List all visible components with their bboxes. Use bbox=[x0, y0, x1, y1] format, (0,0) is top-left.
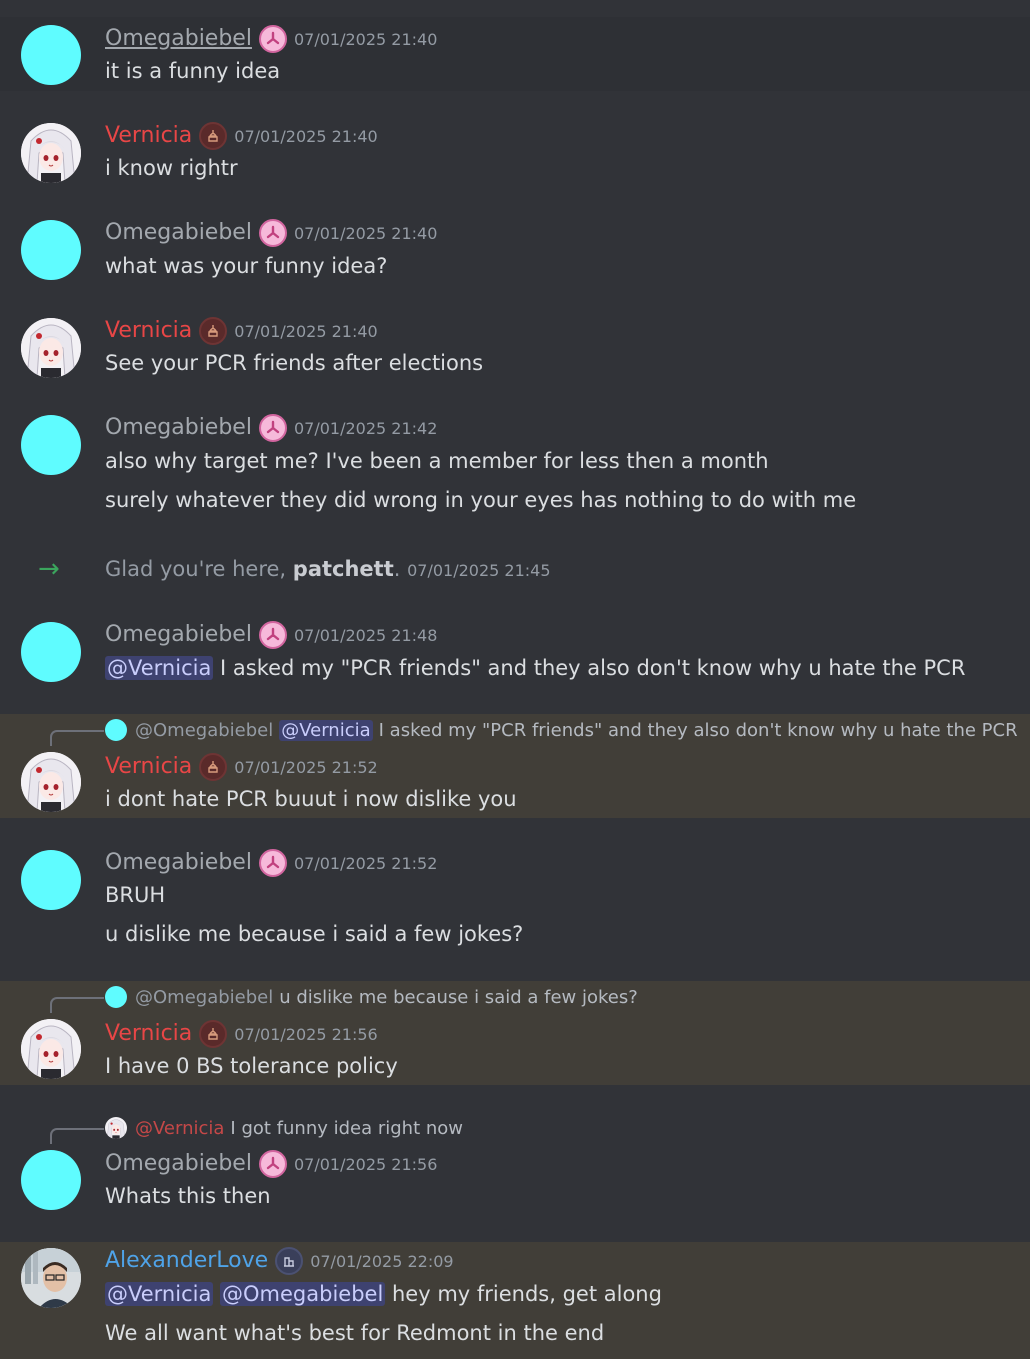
avatar[interactable] bbox=[21, 1248, 81, 1308]
message: Vernicia 07/01/2025 21:40 i know rightr bbox=[0, 115, 1030, 189]
avatar bbox=[105, 1117, 127, 1139]
message-text: i know rightr bbox=[105, 156, 238, 180]
avatar[interactable] bbox=[21, 220, 81, 280]
username[interactable]: Omegabiebel bbox=[105, 620, 252, 650]
avatar[interactable] bbox=[21, 1019, 81, 1079]
message-text: u dislike me because i said a few jokes? bbox=[105, 922, 524, 946]
capitol-role-icon[interactable] bbox=[199, 122, 228, 150]
reply-spine bbox=[50, 997, 104, 1013]
pink-role-icon[interactable] bbox=[258, 849, 287, 877]
join-text: Glad you're here, patchett. 07/01/2025 2… bbox=[105, 557, 551, 581]
pink-role-icon[interactable] bbox=[258, 1150, 287, 1178]
pink-role-icon[interactable] bbox=[258, 219, 287, 247]
username[interactable]: Vernicia bbox=[105, 121, 192, 151]
message: Omegabiebel 07/01/2025 21:52 BRUH u disl… bbox=[0, 842, 1030, 952]
reply-preview[interactable]: @Vernicia I got funny idea right now bbox=[105, 1115, 463, 1141]
message-text: @Vernicia I asked my "PCR friends" and t… bbox=[105, 656, 966, 680]
avatar[interactable] bbox=[21, 850, 81, 910]
message-text: BRUH bbox=[105, 883, 166, 907]
timestamp: 07/01/2025 21:40 bbox=[234, 321, 378, 341]
message: Omegabiebel 07/01/2025 21:40 it is a fun… bbox=[0, 17, 1030, 91]
avatar[interactable] bbox=[21, 25, 81, 85]
system-join-message: → Glad you're here, patchett. 07/01/2025… bbox=[0, 553, 1030, 585]
reply-preview[interactable]: @Omegabiebel @Vernicia I asked my "PCR f… bbox=[105, 717, 1018, 743]
username[interactable]: Omegabiebel bbox=[105, 1149, 252, 1179]
avatar[interactable] bbox=[21, 1150, 81, 1210]
message-text: it is a funny idea bbox=[105, 59, 281, 83]
user-mention[interactable]: @Vernicia bbox=[105, 1282, 214, 1306]
joined-username[interactable]: patchett bbox=[293, 557, 394, 581]
message-text: Whats this then bbox=[105, 1184, 271, 1208]
message-text: also why target me? I've been a member f… bbox=[105, 449, 769, 473]
capitol-role-icon[interactable] bbox=[199, 1020, 228, 1048]
timestamp: 07/01/2025 21:56 bbox=[293, 1154, 438, 1174]
user-mention[interactable]: @Vernicia bbox=[279, 719, 373, 741]
pink-role-icon[interactable] bbox=[258, 25, 287, 53]
message-text: @Vernicia @Omegabiebel hey my friends, g… bbox=[105, 1282, 662, 1306]
username[interactable]: Vernicia bbox=[105, 752, 192, 782]
username[interactable]: Vernicia bbox=[105, 316, 192, 346]
timestamp: 07/01/2025 21:52 bbox=[234, 757, 378, 777]
timestamp: 07/01/2025 21:56 bbox=[234, 1024, 378, 1044]
message-text: We all want what's best for Redmont in t… bbox=[105, 1321, 605, 1345]
timestamp: 07/01/2025 21:52 bbox=[293, 853, 438, 873]
user-mention[interactable]: @Omegabiebel bbox=[220, 1282, 386, 1306]
message: AlexanderLove 07/01/2025 22:09 @Vernicia… bbox=[0, 1242, 1030, 1359]
message-text: i dont hate PCR buuut i now dislike you bbox=[105, 787, 517, 811]
username[interactable]: Omegabiebel bbox=[105, 218, 252, 248]
timestamp: 07/01/2025 22:09 bbox=[310, 1251, 454, 1271]
username[interactable]: Omegabiebel bbox=[105, 413, 252, 443]
timestamp: 07/01/2025 21:40 bbox=[293, 223, 438, 243]
reply-text: I asked my "PCR friends" and they also d… bbox=[378, 719, 1018, 741]
message-text: what was your funny idea? bbox=[105, 254, 388, 278]
arrow-right-icon: → bbox=[38, 554, 60, 584]
reply-preview[interactable]: @Omegabiebel u dislike me because i said… bbox=[105, 984, 638, 1010]
reply-username[interactable]: @Omegabiebel bbox=[135, 720, 273, 741]
message-text: See your PCR friends after elections bbox=[105, 351, 484, 375]
reply-text: u dislike me because i said a few jokes? bbox=[279, 986, 638, 1008]
timestamp: 07/01/2025 21:40 bbox=[234, 126, 378, 146]
avatar[interactable] bbox=[21, 752, 81, 812]
timestamp: 07/01/2025 21:48 bbox=[293, 625, 438, 645]
user-mention[interactable]: @Vernicia bbox=[105, 656, 214, 680]
message: @Vernicia I got funny idea right now Ome… bbox=[0, 1112, 1030, 1216]
avatar[interactable] bbox=[21, 415, 81, 475]
capitol-role-icon[interactable] bbox=[199, 753, 228, 781]
message: Omegabiebel 07/01/2025 21:42 also why ta… bbox=[0, 407, 1030, 517]
timestamp: 07/01/2025 21:42 bbox=[293, 418, 438, 438]
capitol-role-icon[interactable] bbox=[199, 317, 228, 345]
pink-role-icon[interactable] bbox=[258, 414, 287, 442]
message: Omegabiebel 07/01/2025 21:40 what was yo… bbox=[0, 212, 1030, 286]
message-text: surely whatever they did wrong in your e… bbox=[105, 488, 857, 512]
message: @Omegabiebel @Vernicia I asked my "PCR f… bbox=[0, 714, 1030, 818]
pink-role-icon[interactable] bbox=[258, 621, 287, 649]
username[interactable]: AlexanderLove bbox=[105, 1246, 268, 1276]
reply-spine bbox=[50, 730, 104, 746]
avatar[interactable] bbox=[21, 318, 81, 378]
message: Omegabiebel 07/01/2025 21:48 @Vernicia I… bbox=[0, 614, 1030, 688]
avatar[interactable] bbox=[21, 622, 81, 682]
message: Vernicia 07/01/2025 21:40 See your PCR f… bbox=[0, 310, 1030, 384]
reply-spine bbox=[50, 1128, 104, 1144]
username[interactable]: Omegabiebel bbox=[105, 24, 252, 54]
avatar bbox=[105, 986, 127, 1008]
message: @Omegabiebel u dislike me because i said… bbox=[0, 981, 1030, 1085]
username[interactable]: Omegabiebel bbox=[105, 848, 252, 878]
reply-username[interactable]: @Omegabiebel bbox=[135, 987, 273, 1008]
message-text: I have 0 BS tolerance policy bbox=[105, 1054, 398, 1078]
avatar bbox=[105, 719, 127, 741]
username[interactable]: Vernicia bbox=[105, 1019, 192, 1049]
timestamp: 07/01/2025 21:40 bbox=[293, 29, 438, 49]
reply-text: I got funny idea right now bbox=[230, 1117, 464, 1139]
avatar[interactable] bbox=[21, 123, 81, 183]
timestamp: 07/01/2025 21:45 bbox=[407, 561, 551, 580]
reply-username[interactable]: @Vernicia bbox=[135, 1118, 224, 1139]
building-role-icon[interactable] bbox=[275, 1247, 304, 1275]
